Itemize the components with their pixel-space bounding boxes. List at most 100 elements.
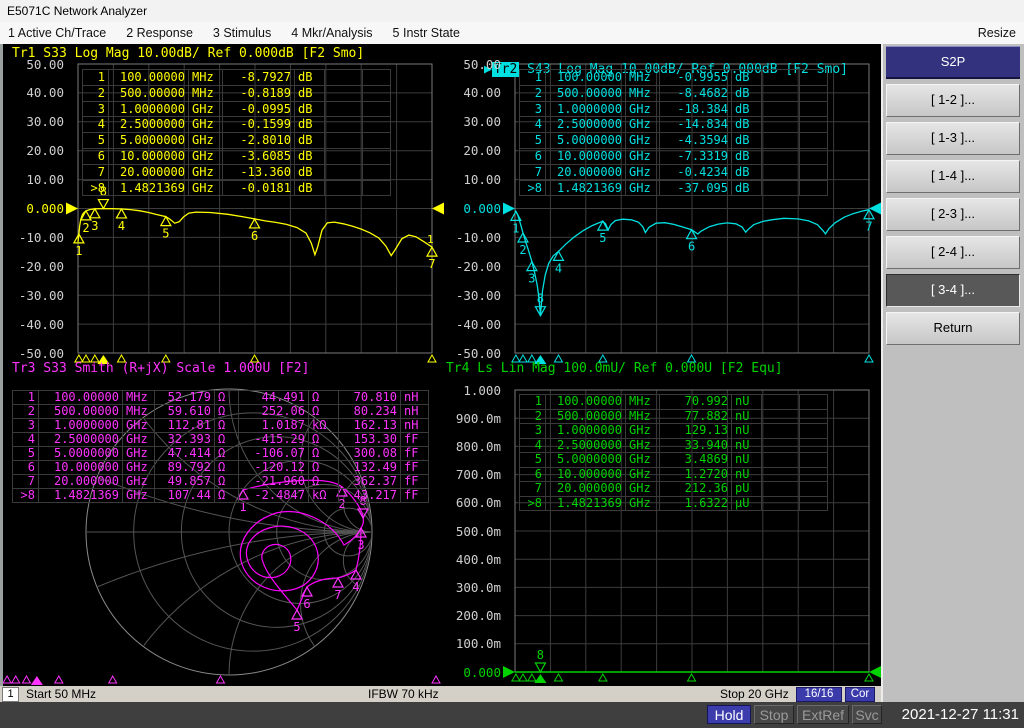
marker-label: 7 — [334, 588, 341, 602]
marker-table-cell: 162.13 — [339, 419, 401, 432]
marker-table-row: 3 1.0000000 GHz -18.384 dB — [520, 101, 828, 118]
y-tick-label: 0.000 — [26, 201, 64, 216]
marker-label: 7 — [428, 257, 435, 271]
tr1-marker-table: 1 100.00000 MHz -8.7927 dB 2 500.00000 MHz -0.81… — [82, 69, 391, 197]
marker-table-row: >8 1.4821369 GHz -37.095 dB — [520, 180, 828, 197]
y-tick-label: 600.0m — [455, 495, 501, 511]
menu-item-2-response[interactable]: 2 Response — [126, 22, 193, 44]
y-tick-label: -20.00 — [18, 258, 64, 274]
marker-table-row: 3 1.0000000 GHz -0.0995 dB — [83, 101, 391, 118]
marker-table-cell: GHz — [626, 452, 660, 467]
marker-table-cell: -14.834 — [660, 117, 732, 133]
resize-menu[interactable]: Resize — [978, 22, 1016, 44]
marker-table-cell: 2 — [520, 85, 546, 101]
marker-table-cell — [363, 70, 391, 85]
marker-table-cell: 44.491 — [239, 391, 309, 404]
marker-table-cell: 20.000000 — [39, 475, 123, 488]
marker-table-cell — [363, 164, 391, 180]
menu-item-5-instr-state[interactable]: 5 Instr State — [393, 22, 460, 44]
marker-table-cell: 500.00000 — [39, 405, 123, 418]
vna-display[interactable]: 12345678123456788123456781 Tr1 S33 Log M… — [0, 44, 881, 686]
marker-table-cell: -2.8010 — [223, 133, 295, 148]
marker-table-cell: 100.00000 — [546, 70, 626, 85]
marker-table-cell: GHz — [189, 148, 223, 164]
marker-label: 6 — [688, 240, 695, 254]
marker-label: 8 — [537, 648, 544, 662]
marker-table-cell: GHz — [189, 180, 223, 196]
marker-label: 2 — [82, 221, 89, 235]
marker-table-row: 5 5.0000000 GHz -2.8010 dB — [83, 133, 391, 149]
menu-item-3-stimulus[interactable]: 3 Stimulus — [213, 22, 271, 44]
marker-table-cell: 7 — [83, 164, 109, 180]
marker-table-cell: dB — [295, 70, 325, 85]
marker-table-cell: -0.8189 — [223, 85, 295, 101]
marker-table-cell: -21.960 — [239, 475, 309, 488]
active-stimulus-marker-icon — [30, 676, 43, 685]
marker-table-row: 2 500.00000 MHz 77.882 nU — [520, 409, 828, 424]
marker-table-cell: 1 — [13, 391, 39, 404]
tr3-stimulus-row — [2, 674, 441, 685]
marker-table-cell: -0.9955 — [660, 70, 732, 85]
marker-table-cell — [762, 424, 800, 438]
marker-icon — [552, 250, 565, 261]
softkey-return[interactable]: Return — [886, 312, 1020, 345]
marker-table-cell: MHz — [189, 70, 223, 85]
softkey--1-2-[interactable]: [ 1-2 ]... — [886, 84, 1020, 117]
marker-table-row: 1 100.00000 MHz 52.179 Ω 44.491 Ω 70.810 nH — [13, 391, 429, 405]
marker-table-cell: GHz — [123, 475, 155, 488]
softkey--3-4-[interactable]: [ 3-4 ]... — [886, 274, 1020, 307]
marker-table-cell: 2.5000000 — [39, 433, 123, 446]
softkey-sidebar: S2P [ 1-2 ]... [ 1-3 ]... [ 1-4 ]... [ 2-3 … — [881, 44, 1024, 702]
stimulus-marker-icon — [427, 353, 437, 363]
marker-table-cell: 300.08 — [339, 447, 401, 460]
marker-table-cell — [363, 180, 391, 196]
softkey--2-3-[interactable]: [ 2-3 ]... — [886, 198, 1020, 231]
y-tick-label: -30.00 — [18, 287, 64, 303]
softkey-header-s2p[interactable]: S2P — [886, 46, 1020, 79]
marker-table-cell: 132.49 — [339, 461, 401, 474]
marker-table-cell: 500.00000 — [109, 85, 189, 101]
tr1-trace-number: 1 — [427, 233, 434, 246]
marker-table-cell: dB — [732, 148, 762, 164]
marker-table-cell: 1.2720 — [660, 467, 732, 481]
stimulus-marker-icon — [597, 672, 608, 682]
marker-table-cell: -0.1599 — [223, 117, 295, 133]
marker-table-row: 5 5.0000000 GHz 47.414 Ω -106.07 Ω 300.08 fF — [13, 447, 429, 461]
menu-item-4-mkr-analysis[interactable]: 4 Mkr/Analysis — [291, 22, 372, 44]
marker-table-cell: MHz — [626, 394, 660, 409]
softkey--2-4-[interactable]: [ 2-4 ]... — [886, 236, 1020, 269]
marker-table-cell — [762, 148, 800, 164]
y-tick-label: 300.0m — [455, 579, 501, 595]
marker-table-row: 6 10.000000 GHz 89.792 Ω -120.12 Ω 132.49 fF — [13, 461, 429, 475]
marker-table-row: 7 20.000000 GHz 49.857 Ω -21.960 Ω 362.37 fF — [13, 475, 429, 489]
tr4-y-axis: 1.000 900.0m 800.0m 700.0m 600.0m 500.0m 400.0… — [437, 44, 501, 686]
marker-table-cell: MHz — [189, 85, 223, 101]
marker-table-cell: dB — [732, 133, 762, 148]
softkey--1-4-[interactable]: [ 1-4 ]... — [886, 160, 1020, 193]
marker-table-cell: -18.384 — [660, 101, 732, 117]
marker-table-cell: 1 — [83, 70, 109, 85]
marker-table-cell: MHz — [626, 409, 660, 423]
marker-table-row: 5 5.0000000 GHz 3.4869 nU — [520, 452, 828, 468]
marker-table-cell — [363, 101, 391, 117]
marker-table-cell: 20.000000 — [546, 164, 626, 180]
marker-table-cell — [363, 148, 391, 164]
marker-table-cell: pU — [732, 481, 762, 496]
y-tick-label: 800.0m — [455, 438, 501, 454]
marker-table-cell: 5.0000000 — [39, 447, 123, 460]
marker-table-cell: 129.13 — [660, 423, 732, 438]
marker-table-cell: >8 — [83, 180, 109, 196]
marker-table-cell: 52.179 — [155, 391, 215, 404]
softkey--1-3-[interactable]: [ 1-3 ]... — [886, 122, 1020, 155]
marker-table-cell: 1.4821369 — [546, 180, 626, 196]
marker-table-cell: GHz — [626, 117, 660, 133]
marker-table-row: 2 500.00000 MHz -0.8189 dB — [83, 85, 391, 102]
marker-table-cell: nU — [732, 409, 762, 423]
marker-table-cell — [800, 467, 828, 481]
marker-table-cell: Ω — [215, 447, 239, 460]
menu-item-1-active-ch-trace[interactable]: 1 Active Ch/Trace — [8, 22, 106, 44]
marker-table-cell — [762, 70, 800, 85]
marker-table-cell: -0.0995 — [223, 101, 295, 117]
menu-items: 1 Active Ch/Trace 2 Response 3 Stimulus 4 M… — [0, 22, 1024, 44]
marker-table-cell — [800, 180, 828, 196]
